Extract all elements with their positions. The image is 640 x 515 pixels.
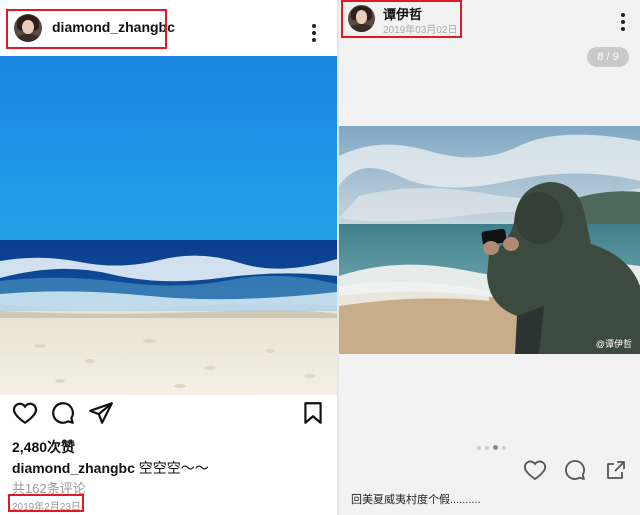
- highlight-box-user-date: [341, 0, 462, 38]
- heart-icon[interactable]: [12, 400, 38, 426]
- share-icon[interactable]: [604, 458, 628, 482]
- bookmark-icon[interactable]: [300, 400, 326, 426]
- carousel-dot[interactable]: [485, 445, 489, 450]
- left-post-panel: diamond_zhangbc 2,480次赞 diamond_zhangbc …: [0, 0, 337, 515]
- like-count[interactable]: 2,480次赞: [12, 437, 75, 457]
- image-counter: 8 / 9: [587, 47, 629, 67]
- post-caption: diamond_zhangbc 空空空～～: [12, 458, 209, 478]
- post-header: 谭伊哲 2019年03月02日: [339, 0, 640, 40]
- share-icon[interactable]: [88, 400, 114, 426]
- watermark: @谭伊哲: [595, 339, 632, 349]
- post-actions: [0, 400, 337, 430]
- more-icon[interactable]: [620, 13, 626, 31]
- caption-text: 空空空～～: [138, 460, 209, 476]
- caption-username[interactable]: diamond_zhangbc: [12, 460, 135, 476]
- comment-icon[interactable]: [50, 400, 76, 426]
- post-header: diamond_zhangbc: [0, 0, 337, 56]
- carousel-dot[interactable]: [502, 445, 506, 450]
- carousel-indicator[interactable]: [477, 445, 506, 450]
- post-caption: 回美夏威夷村度个假..........: [351, 494, 481, 506]
- post-photo-beach[interactable]: [0, 56, 337, 395]
- heart-icon[interactable]: [523, 458, 547, 482]
- more-icon[interactable]: [311, 24, 317, 42]
- right-post-panel: 谭伊哲 2019年03月02日 8 / 9 @谭伊哲 回美夏威夷村度个假....…: [339, 0, 640, 515]
- comment-icon[interactable]: [563, 458, 587, 482]
- highlight-box-username: [6, 9, 167, 49]
- highlight-box-date: [8, 494, 84, 512]
- post-photo-photographer[interactable]: @谭伊哲: [339, 126, 640, 354]
- carousel-dot-active[interactable]: [493, 445, 498, 450]
- carousel-dot[interactable]: [477, 445, 481, 450]
